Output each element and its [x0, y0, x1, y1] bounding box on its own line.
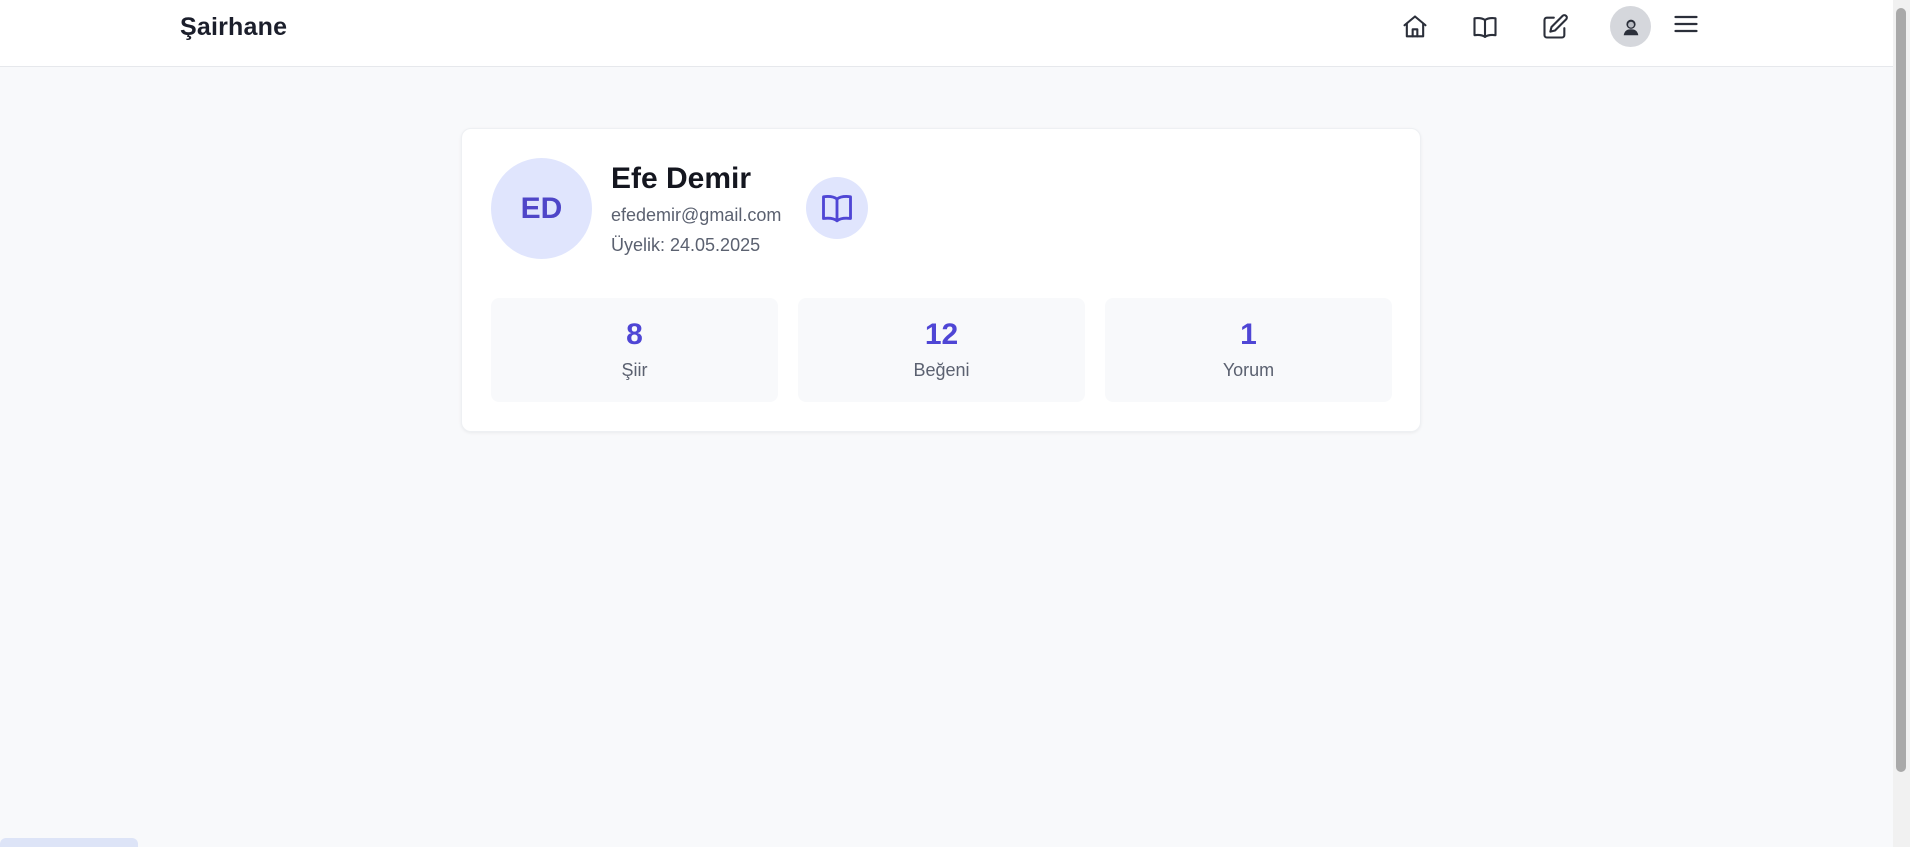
- stat-poems: 8 Şiir: [491, 298, 778, 402]
- edit-icon[interactable]: [1538, 10, 1572, 44]
- bottom-edge-tab: [0, 838, 138, 847]
- top-navbar: Şairhane: [0, 0, 1893, 67]
- stat-label: Yorum: [1222, 360, 1275, 380]
- book-open-icon[interactable]: [1468, 10, 1502, 44]
- stat-label: Beğeni: [913, 360, 970, 380]
- stat-label: Şiir: [621, 360, 648, 380]
- profile-member-since: Üyelik: 24.05.2025: [611, 235, 761, 255]
- stat-value: 1: [1240, 318, 1257, 351]
- brand-logo[interactable]: Şairhane: [180, 13, 287, 42]
- stat-value: 12: [924, 318, 959, 351]
- stat-likes: 12 Beğeni: [798, 298, 1085, 402]
- user-avatar-icon[interactable]: [1610, 6, 1651, 47]
- profile-name: Efe Demir: [611, 162, 752, 195]
- stat-value: 8: [626, 318, 643, 351]
- home-icon[interactable]: [1398, 10, 1432, 44]
- stat-comments: 1 Yorum: [1105, 298, 1392, 402]
- profile-card: ED Efe Demir efedemir@gmail.com Üyelik: …: [461, 128, 1421, 432]
- menu-icon[interactable]: [1669, 7, 1703, 41]
- profile-email: efedemir@gmail.com: [611, 205, 782, 225]
- scrollbar-thumb[interactable]: [1896, 8, 1906, 772]
- profile-avatar: ED: [491, 158, 592, 259]
- book-open-icon[interactable]: [806, 177, 868, 239]
